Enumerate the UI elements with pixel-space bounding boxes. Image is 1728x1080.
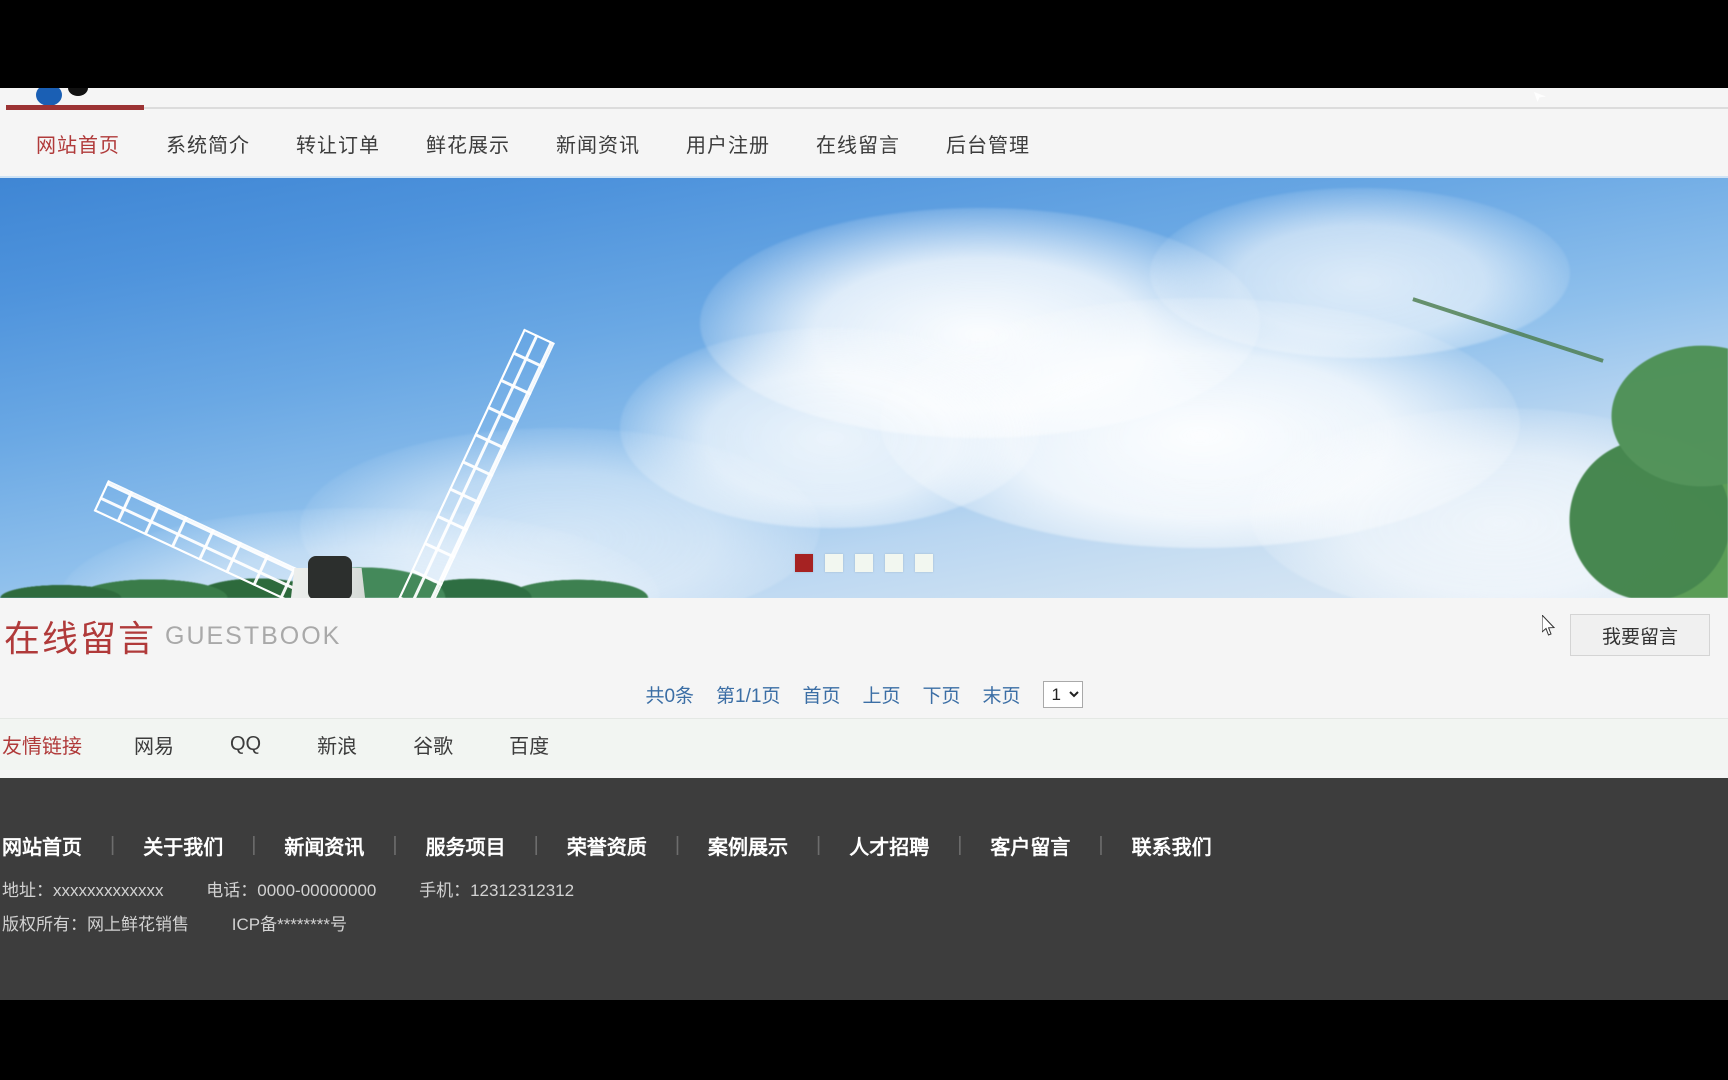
pagination-last-link[interactable]: 末页 [983, 681, 1021, 708]
pagination-prev-link[interactable]: 上页 [862, 681, 900, 708]
nav-item-guestbook[interactable]: 在线留言 [816, 129, 900, 158]
pagination-first-link[interactable]: 首页 [802, 681, 840, 708]
page-subtitle: GUESTBOOK [165, 622, 342, 650]
footer-link-about[interactable]: 关于我们 [143, 831, 223, 860]
footer-separator: | [816, 833, 822, 856]
pagination-next-link[interactable]: 下页 [923, 681, 961, 708]
logo-blue-dot-icon [36, 88, 62, 106]
footer-link-guestbook[interactable]: 客户留言 [990, 831, 1070, 860]
mouse-cursor-icon [1542, 615, 1556, 636]
friendly-link-baidu[interactable]: 百度 [509, 730, 549, 759]
site-logo-strip [0, 88, 1728, 110]
carousel-dot-1[interactable] [795, 554, 813, 572]
page-viewport: 网站首页 系统简介 转让订单 鲜花展示 新闻资讯 用户注册 在线留言 后台管理 [0, 88, 1728, 1000]
nav-item-register[interactable]: 用户注册 [686, 129, 770, 158]
site-footer: 网站首页 | 关于我们 | 新闻资讯 | 服务项目 | 荣誉资质 | 案例展示 … [0, 778, 1728, 1000]
footer-copyright: 版权所有：网上鲜花销售 [2, 915, 189, 934]
windmill-illustration [93, 328, 680, 598]
footer-link-contact[interactable]: 联系我们 [1132, 831, 1212, 860]
nav-item-home[interactable]: 网站首页 [36, 129, 120, 158]
footer-separator: | [1098, 833, 1104, 856]
nav-item-admin[interactable]: 后台管理 [946, 129, 1030, 158]
logo-dark-dot-icon [68, 88, 88, 96]
friendly-link-google[interactable]: 谷歌 [413, 730, 453, 759]
footer-link-home[interactable]: 网站首页 [2, 831, 82, 860]
carousel-indicators [795, 554, 933, 572]
main-navigation: 网站首页 系统简介 转让订单 鲜花展示 新闻资讯 用户注册 在线留言 后台管理 [0, 110, 1728, 178]
nav-item-flowers[interactable]: 鲜花展示 [426, 129, 510, 158]
carousel-dot-2[interactable] [825, 554, 843, 572]
post-message-button[interactable]: 我要留言 [1570, 614, 1710, 656]
footer-separator: | [110, 833, 116, 856]
carousel-dot-4[interactable] [885, 554, 903, 572]
footer-link-honors[interactable]: 荣誉资质 [567, 831, 647, 860]
friendly-link-163[interactable]: 网易 [134, 730, 174, 759]
footer-separator: | [251, 833, 257, 856]
nav-item-orders[interactable]: 转让订单 [296, 129, 380, 158]
footer-icp: ICP备********号 [231, 915, 347, 934]
footer-link-services[interactable]: 服务项目 [426, 831, 506, 860]
footer-separator: | [533, 833, 539, 856]
footer-link-cases[interactable]: 案例展示 [708, 831, 788, 860]
scroll-indicator-icon [1534, 92, 1546, 102]
footer-phone: 电话：0000-00000000 [206, 881, 377, 900]
carousel-dot-5[interactable] [915, 554, 933, 572]
pagination-total: 共0条 [645, 685, 695, 707]
hero-carousel[interactable] [0, 178, 1728, 598]
footer-address: 地址：xxxxxxxxxxxxx [2, 881, 164, 900]
footer-navigation: 网站首页 | 关于我们 | 新闻资讯 | 服务项目 | 荣誉资质 | 案例展示 … [0, 828, 1728, 862]
footer-mobile: 手机：12312312312 [419, 881, 575, 900]
page-number-select[interactable]: 1 [1042, 680, 1083, 708]
nav-item-intro[interactable]: 系统简介 [166, 129, 250, 158]
carousel-dot-3[interactable] [855, 554, 873, 572]
friendly-link-qq[interactable]: QQ [230, 733, 261, 756]
footer-link-news[interactable]: 新闻资讯 [284, 831, 364, 860]
footer-separator: | [392, 833, 398, 856]
cloud-shape [1150, 188, 1570, 358]
footer-link-careers[interactable]: 人才招聘 [849, 831, 929, 860]
windmill-hub [308, 556, 352, 598]
footer-separator: | [674, 833, 681, 856]
guestbook-section-header: 在线留言 GUESTBOOK 我要留言 [0, 598, 1728, 670]
page-title: 在线留言 [4, 618, 157, 659]
nav-item-news[interactable]: 新闻资讯 [556, 129, 640, 158]
tree-right [1468, 338, 1728, 598]
header-divider [144, 107, 1728, 109]
footer-separator: | [957, 833, 963, 856]
friendly-link-sina[interactable]: 新浪 [317, 730, 357, 759]
footer-copyright-row: 版权所有：网上鲜花销售 ICP备********号 [2, 910, 385, 935]
friendly-links-title: 友情链接 [2, 736, 82, 758]
pagination-bar: 共0条 第1/1页 首页 上页 下页 末页 1 [0, 670, 1728, 718]
friendly-links-bar: 友情链接 网易 QQ 新浪 谷歌 百度 [0, 718, 1728, 770]
screen-frame: 网站首页 系统简介 转让订单 鲜花展示 新闻资讯 用户注册 在线留言 后台管理 [0, 0, 1728, 1080]
footer-contact-info: 地址：xxxxxxxxxxxxx 电话：0000-00000000 手机：123… [2, 876, 612, 901]
pagination-page-of: 第1/1页 [716, 685, 781, 707]
